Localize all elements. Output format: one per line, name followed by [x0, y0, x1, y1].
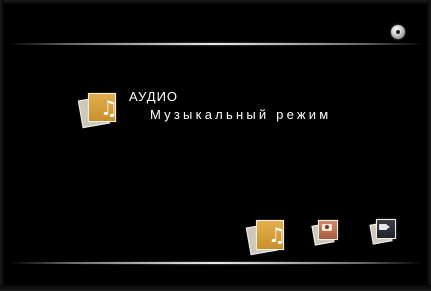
- media-menu-screen: ♫ АУДИО Музыкальный режим ♫: [0, 0, 431, 291]
- music-note-glyph: ♫: [100, 96, 118, 120]
- mode-title: АУДИО: [129, 89, 179, 104]
- bottom-divider: [8, 262, 424, 264]
- audio-mode-button[interactable]: ♫: [245, 219, 286, 256]
- frame-right: [427, 0, 431, 291]
- frame-left: [0, 0, 4, 291]
- video-mode-button[interactable]: [369, 219, 397, 245]
- mode-subtitle: Музыкальный режим: [150, 107, 332, 122]
- top-divider: [8, 43, 424, 45]
- frame-top: [0, 0, 431, 4]
- frame-bottom: [0, 285, 431, 291]
- icon-front-card: ♫: [88, 93, 118, 122]
- camera-glyph: [322, 224, 332, 231]
- photo-mode-button[interactable]: [311, 220, 339, 246]
- audio-note-icon: ♫: [256, 220, 286, 250]
- audio-note-icon: ♫: [77, 92, 118, 129]
- disc-icon: [391, 25, 405, 39]
- video-camera-glyph: [379, 224, 390, 230]
- music-note-glyph: ♫: [268, 223, 286, 247]
